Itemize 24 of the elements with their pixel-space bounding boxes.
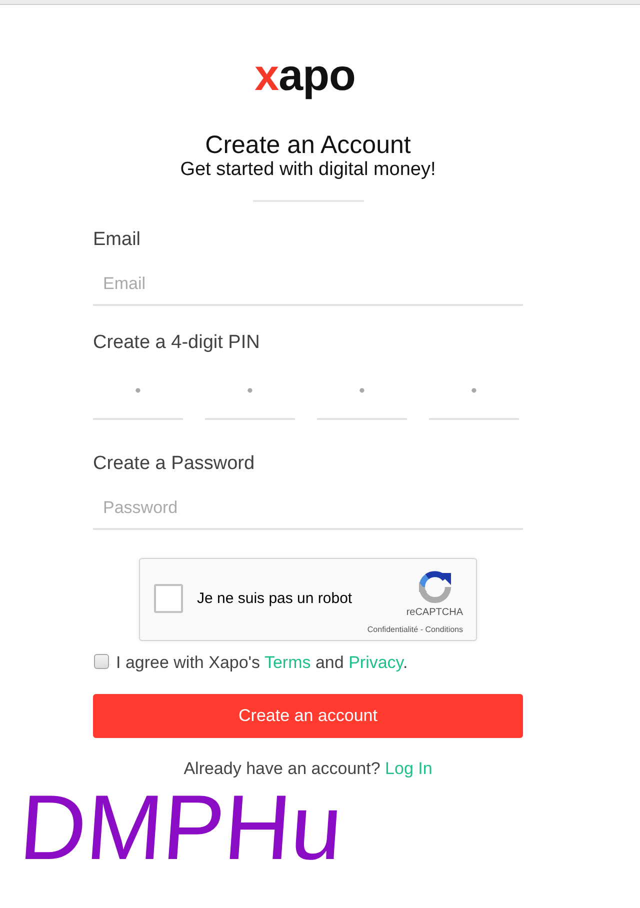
pin-digit-field[interactable]: • [429, 370, 519, 420]
pin-digit-field[interactable]: • [205, 370, 295, 420]
circular-arrows-icon [418, 570, 452, 604]
page-subtitle: Get started with digital money! [180, 159, 436, 181]
inline-link[interactable]: Privacy [348, 653, 404, 672]
create-account-button[interactable]: Create an account [93, 694, 523, 738]
handwritten-note: DMPHu [16, 780, 346, 876]
recaptcha-checkbox[interactable] [154, 584, 183, 612]
password-field[interactable]: Password [93, 488, 523, 530]
field-label: Create a Password [93, 452, 255, 476]
field-label: Email [93, 228, 141, 252]
pin-digit-field[interactable]: • [93, 370, 183, 420]
privacy-terms-links[interactable]: Confidentialité - Conditions [367, 625, 463, 635]
inline-link[interactable]: Terms [264, 653, 311, 672]
field-label: Create a 4-digit PIN [93, 331, 260, 355]
recaptcha-brand-text: reCAPTCHA [406, 607, 463, 619]
pin-digit-field[interactable]: • [317, 370, 407, 420]
agreement-checkbox[interactable] [94, 654, 109, 669]
login-prompt: Already have an account? Log In [184, 758, 432, 780]
login-link[interactable]: Log In [385, 759, 432, 778]
email-field[interactable]: Email [93, 264, 523, 306]
recaptcha-label: Je ne suis pas un robot [197, 590, 354, 606]
page-title: Create an Account [205, 131, 411, 159]
agreement-text: I agree with Xapo's Terms and Privacy. [116, 652, 408, 674]
